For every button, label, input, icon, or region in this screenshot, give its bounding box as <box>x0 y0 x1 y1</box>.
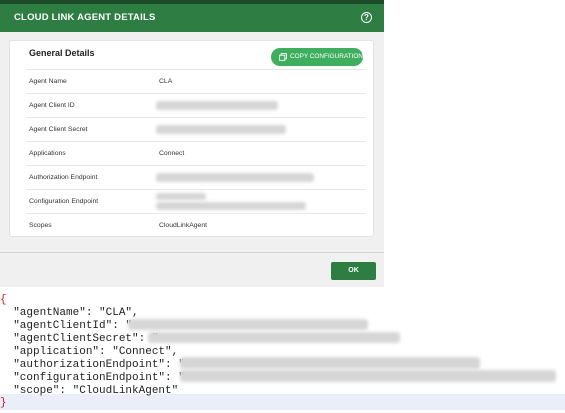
detail-row-agent-client-secret: Agent Client Secret <box>27 117 365 141</box>
redacted-value <box>148 332 400 343</box>
row-value: CloudLinkAgent <box>159 222 207 229</box>
json-line: "agentName": "CLA", <box>0 307 139 319</box>
json-line: "scope": "CloudLinkAgent" <box>0 385 179 397</box>
detail-row-agent-client-id: Agent Client ID <box>27 93 365 117</box>
json-open-brace: { <box>0 294 7 306</box>
footer-divider <box>0 252 384 253</box>
redacted-value <box>156 101 278 110</box>
row-label: Authorization Endpoint <box>29 174 98 181</box>
redacted-value <box>156 125 286 134</box>
agent-details-dialog: CLOUD LINK AGENT DETAILS ? General Detai… <box>0 0 384 287</box>
copy-configuration-button[interactable]: COPY CONFIGURATION <box>271 48 363 66</box>
json-line: "authorizationEndpoint": " <box>0 359 185 371</box>
json-line: "configurationEndpoint": " <box>0 372 185 384</box>
row-label: Applications <box>29 150 66 157</box>
row-value: Connect <box>159 150 185 157</box>
json-close-brace: } <box>0 397 7 409</box>
json-line: "application": "Connect", <box>0 346 179 358</box>
redacted-value <box>180 370 556 382</box>
row-label: Configuration Endpoint <box>29 198 99 205</box>
redacted-value <box>156 202 306 210</box>
help-icon[interactable]: ? <box>361 12 372 23</box>
detail-row-authorization-endpoint: Authorization Endpoint <box>27 165 365 189</box>
redacted-value <box>156 193 206 200</box>
row-value: CLA <box>159 78 173 85</box>
copy-configuration-label: COPY CONFIGURATION <box>290 53 363 60</box>
ok-button[interactable]: OK <box>331 262 376 280</box>
dialog-header: CLOUD LINK AGENT DETAILS ? <box>0 4 384 32</box>
json-line: "agentClientSecret": " <box>0 333 159 345</box>
redacted-value <box>156 173 314 182</box>
copy-icon <box>279 53 287 61</box>
dialog-title: CLOUD LINK AGENT DETAILS <box>14 12 156 23</box>
row-label: Agent Client Secret <box>29 126 88 133</box>
detail-row-agent-name: Agent Name CLA <box>27 69 365 93</box>
detail-row-configuration-endpoint: Configuration Endpoint <box>27 189 365 213</box>
json-line: "agentClientId": " <box>0 320 133 332</box>
redacted-value <box>180 357 480 369</box>
redacted-value <box>128 319 368 330</box>
row-label: Agent Name <box>29 78 67 85</box>
general-details-card: General Details COPY CONFIGURATION Agent… <box>9 40 374 237</box>
row-label: Scopes <box>29 222 52 229</box>
card-title: General Details <box>29 48 95 58</box>
detail-row-scopes: Scopes CloudLinkAgent <box>27 213 365 237</box>
row-label: Agent Client ID <box>29 102 75 109</box>
detail-row-applications: Applications Connect <box>27 141 365 165</box>
json-output-panel: { "agentName": "CLA", "agentClientId": "… <box>0 290 565 413</box>
